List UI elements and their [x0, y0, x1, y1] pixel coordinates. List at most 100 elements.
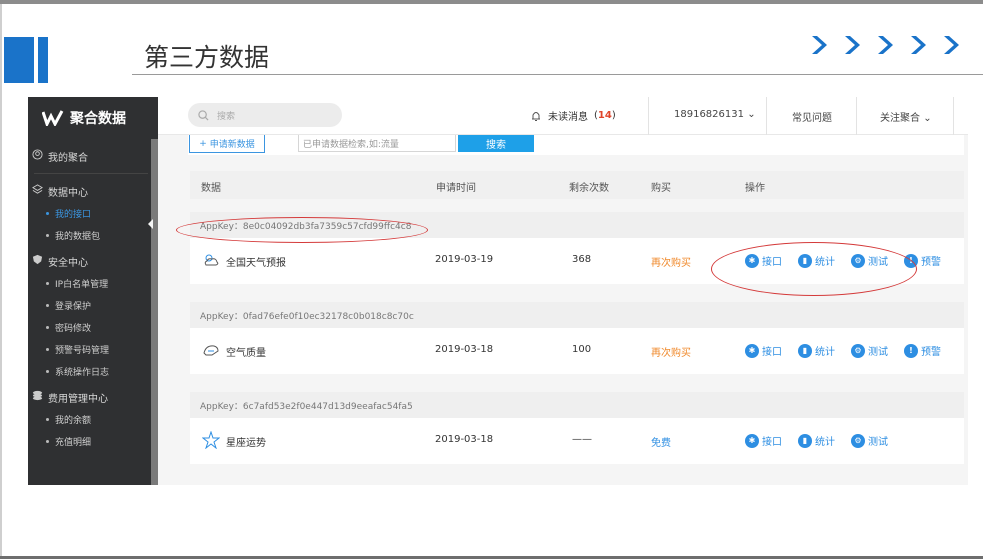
sidebar-item[interactable]: 我的接口 — [28, 202, 158, 224]
apply-data-button[interactable]: + 申请新数据 — [189, 135, 265, 153]
sidebar-item[interactable]: 密码修改 — [28, 316, 158, 338]
sidebar-item[interactable]: 我的余额 — [28, 408, 158, 430]
sidebar-group[interactable]: 费用管理中心 — [28, 386, 158, 408]
appkey-row: AppKey：0fad76efe0f10ec32178c0b018c8c70c — [190, 302, 964, 328]
header-divider — [648, 97, 649, 135]
chevron-right-icon — [878, 36, 893, 54]
sidebar-item-label: 我的接口 — [55, 209, 92, 220]
logo-text: 聚合数据 — [70, 111, 126, 127]
title-underline — [132, 74, 983, 75]
sidebar-group[interactable]: 我的聚合 — [28, 145, 158, 167]
sidebar-item[interactable]: 登录保护 — [28, 294, 158, 316]
filter-input[interactable]: 已申请数据检索,如:流量 — [298, 135, 456, 152]
action-alert[interactable]: ! 预警 — [904, 253, 941, 268]
bullet-icon — [46, 325, 49, 329]
sidebar-group[interactable]: 安全中心 — [28, 250, 158, 272]
bullet-icon — [46, 369, 49, 373]
user-icon — [32, 149, 43, 163]
chevron-right-icon — [845, 36, 860, 54]
bullet-icon — [46, 417, 49, 421]
sidebar-item-label: 充值明细 — [55, 437, 92, 448]
action-stats[interactable]: ▮ 统计 — [798, 433, 835, 448]
air-icon — [202, 341, 220, 362]
top-header: 搜索 未读消息 (14) 18916826131 ⌄ 常见问题 关注聚合 ⌄ — [158, 97, 968, 135]
sidebar-item[interactable]: 预警号码管理 — [28, 338, 158, 360]
sidebar-item-label: 系统操作日志 — [55, 367, 110, 378]
data-name-cell[interactable]: 星座运势 — [201, 430, 266, 452]
sidebar-group-label: 费用管理中心 — [48, 393, 108, 405]
action-alert[interactable]: ! 预警 — [904, 343, 941, 358]
logo[interactable]: 聚合数据 — [28, 97, 158, 139]
action-test[interactable]: ⚙ 测试 — [851, 253, 888, 268]
action-api[interactable]: ✱ 接口 — [745, 433, 782, 448]
search-button[interactable]: 搜索 — [458, 135, 534, 152]
messages-count: 14 — [597, 110, 612, 121]
bullet-icon — [46, 303, 49, 307]
buy-link[interactable]: 免费 — [651, 434, 671, 449]
action-label: 接口 — [762, 347, 782, 358]
bell-icon — [532, 111, 540, 121]
sidebar-group-label: 我的聚合 — [48, 152, 88, 164]
sidebar-group-label: 安全中心 — [48, 257, 88, 269]
bullet-icon — [46, 281, 49, 285]
data-name-cell[interactable]: 空气质量 — [202, 341, 266, 362]
data-name-cell[interactable]: 全国天气预报 — [202, 251, 286, 272]
appkey-row: AppKey：6c7afd53e2f0e447d13d9eeafac54fa5 — [190, 392, 964, 418]
row-actions: ✱ 接口 ▮ 统计 ⚙ 测试 ! 预警 — [745, 343, 941, 358]
sidebar-item[interactable]: 充值明细 — [28, 430, 158, 452]
test-icon: ⚙ — [851, 253, 865, 268]
action-test[interactable]: ⚙ 测试 — [851, 433, 888, 448]
alert-icon: ! — [904, 253, 918, 268]
action-label: 统计 — [815, 257, 835, 268]
unread-messages[interactable]: 未读消息 (14) — [530, 108, 616, 123]
app-screenshot: 聚合数据 我的聚合数据中心我的接口我的数据包安全中心 IP白名单管理登录保护 密码修… — [28, 97, 968, 485]
apply-date: 2019-03-18 — [435, 344, 494, 355]
sidebar-item[interactable]: 我的数据包 — [28, 224, 158, 246]
chevron-down-icon: ⌄ — [923, 113, 932, 124]
chevron-down-icon: ⌄ — [747, 109, 756, 120]
alert-icon: ! — [904, 343, 918, 358]
sidebar-scrollbar[interactable] — [151, 139, 158, 485]
sidebar-item[interactable]: 系统操作日志 — [28, 360, 158, 382]
chevron-right-icon — [911, 36, 926, 54]
action-test[interactable]: ⚙ 测试 — [851, 343, 888, 358]
api-icon: ✱ — [745, 253, 759, 268]
test-icon: ⚙ — [851, 343, 865, 358]
shield-icon — [32, 254, 43, 268]
faq-link[interactable]: 常见问题 — [792, 109, 832, 124]
row-actions: ✱ 接口 ▮ 统计 ⚙ 测试! 预警 — [745, 253, 941, 268]
action-stats[interactable]: ▮ 统计 — [798, 343, 835, 358]
sidebar-item[interactable]: IP白名单管理 — [28, 272, 158, 294]
row-actions: ✱ 接口 ▮ 统计 ⚙ 测试 — [745, 433, 888, 448]
bullet-icon — [46, 211, 49, 215]
deco-bar-left — [4, 37, 34, 83]
col-buy: 购买 — [651, 183, 671, 194]
follow-menu[interactable]: 关注聚合 ⌄ — [880, 109, 932, 124]
buy-link[interactable]: 再次购买 — [651, 254, 691, 269]
search-placeholder: 搜索 — [217, 111, 236, 122]
weather-icon — [202, 251, 220, 272]
header-divider — [953, 97, 954, 135]
layers-icon — [32, 184, 43, 198]
action-label: 测试 — [868, 347, 888, 358]
action-stats[interactable]: ▮ 统计 — [798, 253, 835, 268]
follow-label: 关注聚合 — [880, 113, 920, 124]
plus-icon: + — [199, 138, 207, 149]
active-indicator — [148, 219, 153, 229]
table-row: 星座运势 2019-03-18 —— 免费 ✱ 接口 ▮ 统计 ⚙ 测试 — [190, 418, 964, 464]
sidebar: 聚合数据 我的聚合数据中心我的接口我的数据包安全中心 IP白名单管理登录保护 密码修… — [28, 97, 158, 485]
data-title: 星座运势 — [226, 438, 266, 449]
user-phone-menu[interactable]: 18916826131 ⌄ — [674, 109, 756, 120]
action-label: 统计 — [815, 347, 835, 358]
buy-link[interactable]: 再次购买 — [651, 344, 691, 359]
action-api[interactable]: ✱ 接口 — [745, 253, 782, 268]
header-divider — [856, 97, 857, 135]
col-ops: 操作 — [745, 183, 765, 194]
sidebar-group[interactable]: 数据中心 — [28, 180, 158, 202]
action-label: 测试 — [868, 257, 888, 268]
sidebar-item-label: IP白名单管理 — [55, 279, 109, 290]
stats-icon: ▮ — [798, 253, 812, 268]
action-api[interactable]: ✱ 接口 — [745, 343, 782, 358]
search-box[interactable]: 搜索 — [188, 103, 342, 127]
action-label: 预警 — [921, 257, 941, 268]
